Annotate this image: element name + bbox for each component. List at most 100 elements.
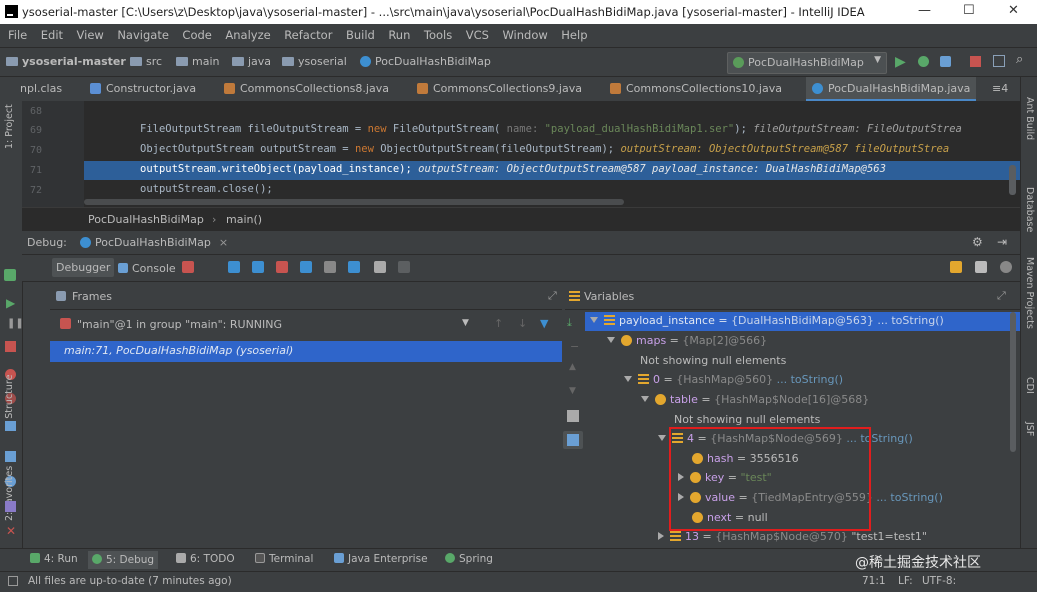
pause-icon[interactable]: ❚❚ — [7, 318, 24, 329]
tab-commonscollections8[interactable]: CommonsCollections8.java — [224, 77, 389, 101]
menu-analyze[interactable]: Analyze — [225, 24, 270, 47]
project-structure-icon[interactable] — [993, 55, 1005, 67]
hide-icon[interactable]: ⇥ — [997, 235, 1007, 249]
trace-icon[interactable] — [398, 261, 410, 273]
step-out-icon[interactable] — [300, 261, 312, 273]
tool-cdi[interactable]: CDI — [1024, 377, 1035, 394]
debug-icon[interactable] — [918, 56, 929, 67]
tool-debug[interactable]: 5: Debug — [88, 551, 159, 569]
variable-node-13[interactable]: 13 = {HashMap$Node@570} "test1=test1" — [658, 530, 927, 543]
filter-icon[interactable]: ▼ — [540, 317, 548, 330]
minimize-button[interactable]: — — [918, 3, 931, 18]
menu-file[interactable]: File — [8, 24, 27, 47]
tool-terminal[interactable]: Terminal — [255, 553, 313, 565]
maximize-button[interactable]: ☐ — [963, 3, 975, 18]
thread-selector[interactable]: "main"@1 in group "main": RUNNING ▼ ↑ ↓ … — [50, 314, 562, 337]
tool-project[interactable]: 1: Project — [4, 104, 15, 149]
debug-session-tab[interactable]: PocDualHashBidiMap × — [80, 236, 228, 249]
evaluate-expression-icon[interactable] — [374, 261, 386, 273]
force-step-into-icon[interactable] — [276, 261, 288, 273]
menu-code[interactable]: Code — [182, 24, 211, 47]
breadcrumb-method[interactable]: main() — [226, 213, 262, 226]
toggle-tool-windows-icon[interactable] — [8, 576, 18, 586]
tab-console[interactable]: Console — [118, 259, 176, 278]
down-icon[interactable]: ↓ — [518, 317, 527, 330]
caret-position[interactable]: 71:1 — [862, 575, 886, 587]
menu-tools[interactable]: Tools — [424, 24, 452, 47]
breadcrumb-class[interactable]: PocDualHashBidiMap — [88, 213, 204, 226]
layout-icon[interactable] — [5, 501, 16, 512]
restore-layout-icon[interactable] — [950, 261, 962, 273]
stack-frame-row[interactable]: main:71, PocDualHashBidiMap (ysoserial) — [50, 341, 562, 362]
tool-spring[interactable]: Spring — [445, 553, 493, 565]
breadcrumb-ysoserial[interactable]: ysoserial — [282, 55, 347, 68]
variable-payload-instance[interactable]: payload_instance = {DualHashBidiMap@563}… — [590, 314, 944, 327]
close-button[interactable]: ✕ — [1008, 3, 1019, 18]
menu-edit[interactable]: Edit — [41, 24, 63, 47]
remove-watch-icon[interactable]: − — [570, 340, 579, 353]
tool-run[interactable]: 4: Run — [30, 553, 78, 565]
breadcrumb-src[interactable]: src — [130, 55, 162, 68]
step-over-icon[interactable] — [228, 261, 240, 273]
tool-todo[interactable]: 6: TODO — [176, 553, 235, 565]
tab-constructor[interactable]: Constructor.java — [90, 77, 196, 101]
tab-pocdualhashbidimap[interactable]: PocDualHashBidiMap.java — [806, 77, 977, 101]
stop-icon[interactable] — [970, 56, 981, 67]
menu-window[interactable]: Window — [502, 24, 547, 47]
tool-ant-build[interactable]: Ant Build — [1024, 97, 1035, 140]
layout-settings-icon[interactable] — [975, 261, 987, 273]
rerun-icon[interactable] — [4, 269, 16, 281]
move-down-icon[interactable]: ▼ — [569, 386, 576, 396]
tool-favorites[interactable]: 2: Favorites — [4, 466, 15, 521]
breadcrumb-java[interactable]: java — [232, 55, 271, 68]
coverage-icon[interactable] — [940, 56, 951, 67]
memory-icon[interactable] — [1000, 261, 1012, 273]
file-encoding[interactable]: UTF-8: — [922, 575, 956, 587]
breadcrumb-main[interactable]: main — [176, 55, 219, 68]
run-to-cursor-icon[interactable] — [348, 261, 360, 273]
menu-build[interactable]: Build — [346, 24, 375, 47]
up-icon[interactable]: ↑ — [494, 317, 503, 330]
menu-help[interactable]: Help — [561, 24, 587, 47]
get-thread-dump-icon[interactable] — [5, 421, 16, 431]
breadcrumb-class[interactable]: PocDualHashBidiMap — [360, 55, 491, 68]
tool-database[interactable]: Database — [1024, 187, 1035, 232]
menu-view[interactable]: View — [77, 24, 104, 47]
copy-icon[interactable] — [567, 410, 579, 422]
new-watch-icon[interactable]: ⤓ — [567, 316, 572, 330]
run-icon[interactable]: ▶ — [895, 54, 906, 70]
pin-icon[interactable]: ⤢ — [548, 289, 557, 303]
variable-table[interactable]: table = {HashMap$Node[16]@568} — [641, 393, 869, 406]
menu-refactor[interactable]: Refactor — [284, 24, 332, 47]
variable-map-0[interactable]: 0 = {HashMap@560} ... toString() — [624, 373, 843, 386]
menu-run[interactable]: Run — [388, 24, 410, 47]
tab-commonscollections10[interactable]: CommonsCollections10.java — [610, 77, 782, 101]
settings-icon[interactable] — [5, 451, 16, 462]
tabs-overflow-button[interactable]: ≡4 — [992, 77, 1008, 101]
editor-vertical-scrollbar[interactable] — [1009, 165, 1016, 195]
menu-navigate[interactable]: Navigate — [117, 24, 169, 47]
tool-jsf[interactable]: JSF — [1024, 422, 1035, 436]
step-into-icon[interactable] — [252, 261, 264, 273]
resume-icon[interactable]: ▶ — [6, 296, 15, 310]
tool-java-enterprise[interactable]: Java Enterprise — [334, 553, 428, 565]
breadcrumb-project[interactable]: ysoserial-master — [6, 55, 126, 68]
tab-commonscollections9[interactable]: CommonsCollections9.java — [417, 77, 582, 101]
pin-icon[interactable]: ⤢ — [997, 289, 1006, 303]
tab-impl-class[interactable]: npl.clas — [20, 77, 62, 101]
variables-scrollbar[interactable] — [1010, 312, 1016, 452]
close-debug-icon[interactable]: ✕ — [6, 524, 16, 538]
search-icon[interactable]: ⌕ — [1016, 52, 1023, 67]
stop-debug-icon[interactable] — [5, 341, 16, 352]
line-separator[interactable]: LF: — [898, 575, 913, 587]
tool-maven-projects[interactable]: Maven Projects — [1024, 257, 1035, 329]
watches-toggle-icon[interactable] — [563, 431, 583, 449]
tab-debugger[interactable]: Debugger — [52, 258, 115, 277]
show-execution-point-icon[interactable] — [182, 261, 194, 273]
drop-frame-icon[interactable] — [324, 261, 336, 273]
menu-vcs[interactable]: VCS — [466, 24, 489, 47]
variable-maps[interactable]: maps = {Map[2]@566} — [607, 334, 767, 347]
run-configuration-select[interactable]: PocDualHashBidiMap ▼ — [727, 52, 887, 74]
gear-icon[interactable]: ⚙ — [972, 235, 983, 249]
move-up-icon[interactable]: ▲ — [569, 362, 576, 372]
